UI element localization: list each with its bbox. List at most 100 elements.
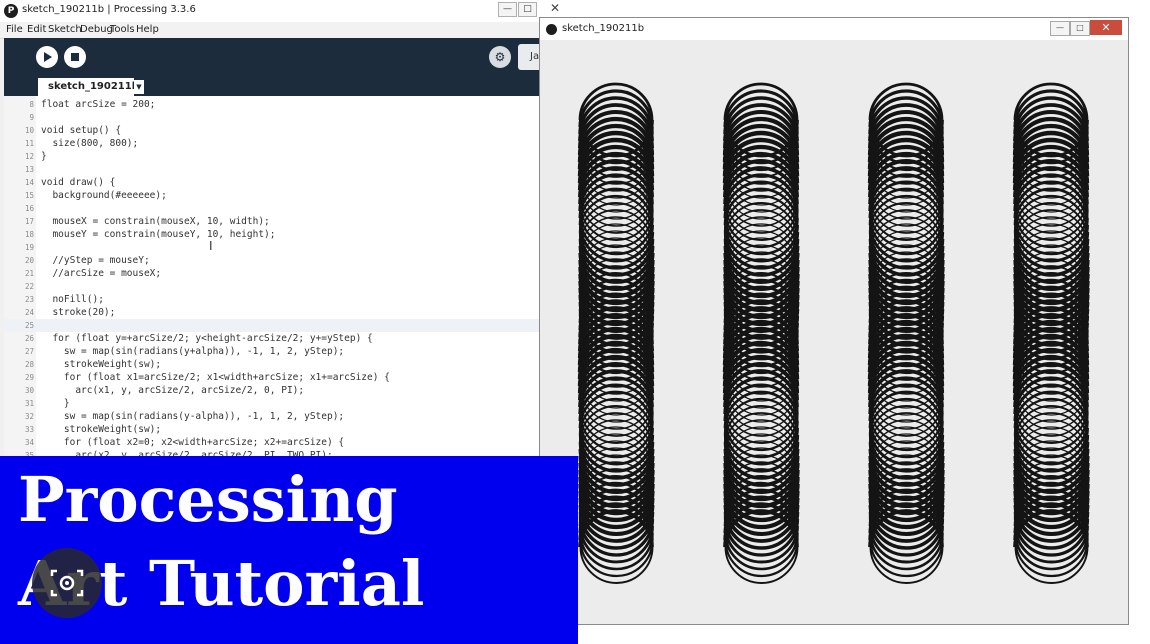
menu-debug[interactable]: Debug xyxy=(80,24,113,35)
line-number: 22 xyxy=(24,282,34,291)
ide-window-title: sketch_190211b | Processing 3.3.6 xyxy=(22,4,196,15)
code-line[interactable]: 33 strokeWeight(sw); xyxy=(4,423,578,436)
code-line[interactable]: 8 float arcSize = 200; xyxy=(4,98,578,111)
sketch-canvas xyxy=(544,40,1124,620)
code-text: stroke(20); xyxy=(41,307,116,318)
code-line[interactable]: 14 void draw() { xyxy=(4,176,578,189)
ide-close-button[interactable]: ✕ xyxy=(543,1,567,16)
line-number: 27 xyxy=(24,347,34,356)
code-line[interactable]: 29 for (float x1=arcSize/2; x1<width+arc… xyxy=(4,371,578,384)
line-number: 9 xyxy=(29,113,34,122)
code-line[interactable]: 15 background(#eeeeee); xyxy=(4,189,578,202)
code-line[interactable]: 19 xyxy=(4,241,578,254)
line-number: 13 xyxy=(24,165,34,174)
line-number: 26 xyxy=(24,334,34,343)
code-text: void draw() { xyxy=(41,177,116,188)
code-text: sw = map(sin(radians(y-alpha)), -1, 1, 2… xyxy=(41,411,345,422)
line-number: 8 xyxy=(29,100,34,109)
code-line[interactable]: 26 for (float y=+arcSize/2; y<height-arc… xyxy=(4,332,578,345)
sketch-close-button[interactable]: ✕ xyxy=(1090,20,1122,35)
code-line[interactable]: 12} xyxy=(4,150,578,163)
code-line[interactable]: 24 stroke(20); xyxy=(4,306,578,319)
sketch-titlebar: sketch_190211b — □ ✕ xyxy=(540,18,1128,40)
lens-search-icon[interactable] xyxy=(32,548,102,618)
code-text: mouseY = constrain(mouseY, 10, height); xyxy=(41,229,276,240)
line-number: 14 xyxy=(24,178,34,187)
code-line[interactable]: 20 //yStep = mouseY; xyxy=(4,254,578,267)
code-line[interactable]: 34 for (float x2=0; x2<width+arcSize; x2… xyxy=(4,436,578,449)
menu-edit[interactable]: Edit xyxy=(27,24,46,35)
line-number: 19 xyxy=(24,243,34,252)
sketch-tab-bar: sketch_190211b ▼ xyxy=(4,78,578,96)
sketch-maximize-button[interactable]: □ xyxy=(1070,21,1090,36)
code-line[interactable]: 10 void setup() { xyxy=(4,124,578,137)
ide-maximize-button[interactable]: □ xyxy=(518,2,537,17)
ide-minimize-button[interactable]: — xyxy=(498,2,517,17)
text-cursor-icon: I xyxy=(209,239,213,253)
code-text: strokeWeight(sw); xyxy=(41,359,162,370)
line-number: 18 xyxy=(24,230,34,239)
code-text: } xyxy=(41,398,70,409)
line-number: 23 xyxy=(24,295,34,304)
code-editor[interactable]: 8 float arcSize = 200; 9 10 void setup() {11… xyxy=(4,96,578,456)
code-text: //arcSize = mouseX; xyxy=(41,268,162,279)
sketch-output-window: sketch_190211b — □ ✕ xyxy=(539,17,1129,625)
code-text: size(800, 800); xyxy=(41,138,139,149)
processing-app-icon: P xyxy=(4,4,18,18)
menu-tools[interactable]: Tools xyxy=(110,24,135,35)
code-line[interactable]: 16 xyxy=(4,202,578,215)
code-line[interactable]: 31 } xyxy=(4,397,578,410)
code-line[interactable]: 32 sw = map(sin(radians(y-alpha)), -1, 1… xyxy=(4,410,578,423)
banner-title-line1: Processing xyxy=(18,463,398,536)
code-line[interactable]: 18 mouseY = constrain(mouseY, 10, height… xyxy=(4,228,578,241)
code-line[interactable]: 17 mouseX = constrain(mouseX, 10, width)… xyxy=(4,215,578,228)
line-number: 30 xyxy=(24,386,34,395)
code-line[interactable]: 28 strokeWeight(sw); xyxy=(4,358,578,371)
line-number: 21 xyxy=(24,269,34,278)
line-number: 31 xyxy=(24,399,34,408)
line-number: 24 xyxy=(24,308,34,317)
line-number: 17 xyxy=(24,217,34,226)
code-text: noFill(); xyxy=(41,294,104,305)
line-number: 34 xyxy=(24,438,34,447)
code-line[interactable]: 22 xyxy=(4,280,578,293)
line-number: 33 xyxy=(24,425,34,434)
code-line[interactable]: 30 arc(x1, y, arcSize/2, arcSize/2, 0, P… xyxy=(4,384,578,397)
code-line[interactable]: 23 noFill(); xyxy=(4,293,578,306)
menu-help[interactable]: Help xyxy=(136,24,159,35)
debug-button[interactable]: ⚙ xyxy=(489,46,511,68)
sketch-window-title: sketch_190211b xyxy=(562,23,645,34)
menu-sketch[interactable]: Sketch xyxy=(48,24,82,35)
code-line[interactable]: 11 size(800, 800); xyxy=(4,137,578,150)
code-text: void setup() { xyxy=(41,125,122,136)
run-button[interactable] xyxy=(36,46,58,68)
sketch-minimize-button[interactable]: — xyxy=(1050,21,1070,36)
menu-file[interactable]: File xyxy=(6,24,23,35)
code-text: arc(x2, y, arcSize/2, arcSize/2, PI, TWO… xyxy=(41,450,333,456)
line-number: 10 xyxy=(24,126,34,135)
code-line[interactable]: 35 arc(x2, y, arcSize/2, arcSize/2, PI, … xyxy=(4,449,578,456)
line-number: 29 xyxy=(24,373,34,382)
line-number: 25 xyxy=(24,321,34,330)
line-number: 12 xyxy=(24,152,34,161)
menu-bar: File Edit Sketch Debug Tools Help xyxy=(0,22,578,39)
code-line[interactable]: 25 xyxy=(4,319,578,332)
line-number: 32 xyxy=(24,412,34,421)
code-text: background(#eeeeee); xyxy=(41,190,167,201)
code-text: for (float x2=0; x2<width+arcSize; x2+=a… xyxy=(41,437,345,448)
tab-sketch[interactable]: sketch_190211b xyxy=(38,78,139,96)
code-line[interactable]: 13 xyxy=(4,163,578,176)
stop-button[interactable] xyxy=(64,46,86,68)
line-number: 16 xyxy=(24,204,34,213)
code-line[interactable]: 27 sw = map(sin(radians(y+alpha)), -1, 1… xyxy=(4,345,578,358)
ide-titlebar: P sketch_190211b | Processing 3.3.6 — □ … xyxy=(0,0,578,22)
code-line[interactable]: 9 xyxy=(4,111,578,124)
tab-menu-arrow-icon[interactable]: ▼ xyxy=(134,80,144,94)
code-line[interactable]: 21 //arcSize = mouseX; xyxy=(4,267,578,280)
line-number: 11 xyxy=(24,139,34,148)
tutorial-title-banner: Processing Art Tutorial xyxy=(0,456,578,644)
code-text: arc(x1, y, arcSize/2, arcSize/2, 0, PI); xyxy=(41,385,305,396)
code-text: for (float x1=arcSize/2; x1<width+arcSiz… xyxy=(41,372,390,383)
line-number: 28 xyxy=(24,360,34,369)
code-text: mouseX = constrain(mouseX, 10, width); xyxy=(41,216,270,227)
